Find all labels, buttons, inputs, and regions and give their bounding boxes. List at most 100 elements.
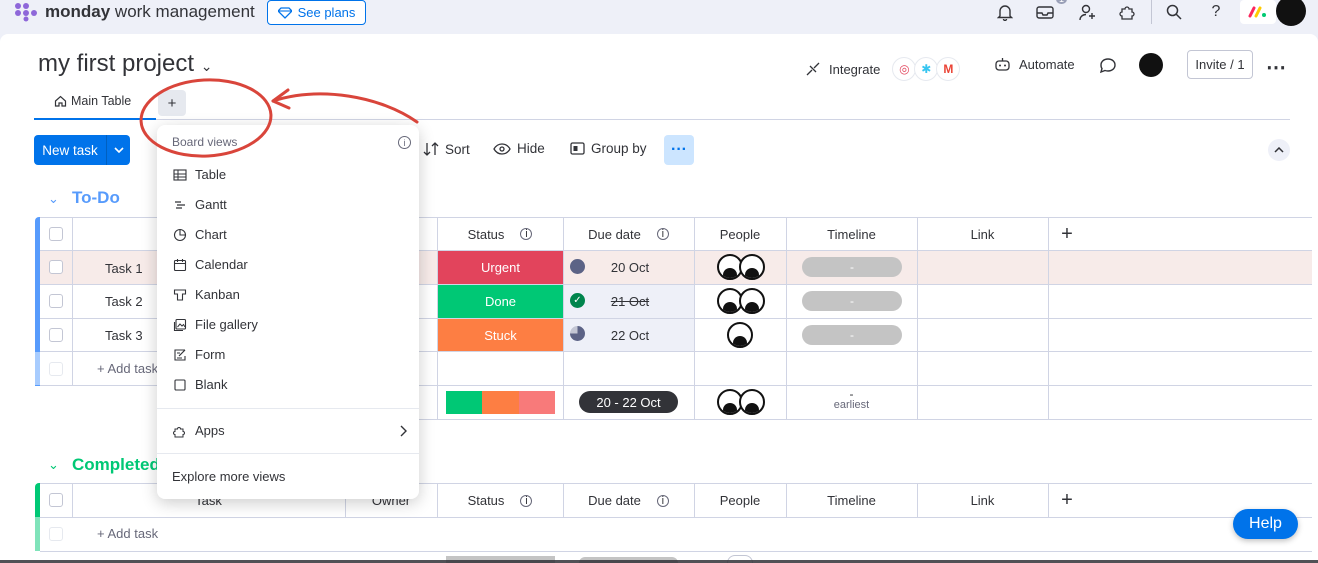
- apps-icon[interactable]: [1117, 2, 1139, 22]
- add-column-button[interactable]: +: [1048, 484, 1086, 517]
- column-header-status-label: Status: [467, 226, 505, 242]
- column-header-due-date[interactable]: Due date i: [563, 218, 694, 250]
- timeline-cell[interactable]: -: [802, 257, 902, 277]
- menu-item-label: Table: [195, 167, 227, 182]
- explore-more-views-link[interactable]: Explore more views: [172, 469, 285, 484]
- group-collapse-icon[interactable]: ⌄: [48, 457, 59, 473]
- due-date-cell[interactable]: 20 Oct: [590, 251, 670, 284]
- add-row-color-bar: [35, 352, 40, 385]
- menu-item-form[interactable]: Form: [173, 347, 225, 362]
- select-all-checkbox[interactable]: [49, 493, 63, 507]
- avatar: [739, 389, 765, 415]
- notifications-icon[interactable]: [994, 2, 1016, 22]
- chart-icon: [173, 228, 187, 241]
- updates-icon[interactable]: [1099, 57, 1117, 77]
- menu-item-calendar[interactable]: Calendar: [173, 257, 248, 272]
- menu-item-chart[interactable]: Chart: [173, 227, 227, 242]
- info-icon[interactable]: i: [656, 494, 669, 507]
- chevron-down-icon[interactable]: ⌄: [201, 58, 213, 74]
- column-header-status[interactable]: Status i: [437, 218, 563, 250]
- divider: [1151, 0, 1152, 24]
- search-icon[interactable]: [1163, 2, 1185, 22]
- column-header-people[interactable]: People: [694, 484, 786, 517]
- menu-item-label: Apps: [195, 423, 225, 438]
- see-plans-label: See plans: [297, 5, 356, 20]
- automate-button[interactable]: Automate: [994, 57, 1075, 72]
- due-date-cell[interactable]: 21 Oct: [590, 285, 670, 318]
- board-menu-icon[interactable]: ⋯: [1266, 55, 1287, 80]
- gmail-icon: M: [936, 57, 961, 81]
- menu-item-table[interactable]: Table: [173, 167, 226, 182]
- avatar[interactable]: [727, 322, 753, 348]
- status-cell[interactable]: Urgent: [438, 251, 563, 284]
- tab-main-table[interactable]: Main Table: [54, 94, 131, 108]
- row-checkbox[interactable]: [49, 260, 63, 274]
- status-cell[interactable]: Stuck: [438, 319, 563, 351]
- group-by-button[interactable]: Group by: [570, 141, 647, 156]
- info-icon[interactable]: i: [520, 228, 533, 240]
- new-task-dropdown-icon[interactable]: [106, 135, 130, 165]
- menu-item-label: Calendar: [195, 257, 248, 272]
- menu-divider: [157, 408, 419, 409]
- people-cell[interactable]: [717, 254, 765, 280]
- chevron-right-icon: [400, 425, 407, 436]
- integration-logos: ◎ ✱ M: [892, 57, 961, 81]
- group-by-icon: [570, 142, 585, 155]
- sort-button[interactable]: Sort: [423, 141, 470, 157]
- select-all-checkbox[interactable]: [49, 227, 63, 241]
- column-header-link[interactable]: Link: [917, 484, 1048, 517]
- info-icon[interactable]: i: [520, 494, 533, 507]
- add-task-input[interactable]: + Add task: [97, 526, 158, 541]
- board-owner-avatar[interactable]: [1139, 53, 1163, 77]
- menu-item-apps-content: Apps: [173, 423, 225, 438]
- task-name[interactable]: Task 1: [105, 261, 143, 276]
- timeline-cell[interactable]: -: [802, 325, 902, 345]
- invite-members-icon[interactable]: [1077, 2, 1099, 22]
- group-title-todo[interactable]: To-Do: [72, 188, 120, 208]
- due-date-cell[interactable]: 22 Oct: [590, 319, 670, 351]
- menu-item-blank[interactable]: Blank: [173, 377, 228, 392]
- new-task-button[interactable]: New task: [34, 135, 130, 165]
- help-icon[interactable]: ?: [1205, 2, 1227, 22]
- inbox-icon[interactable]: [1034, 2, 1056, 22]
- column-header-timeline[interactable]: Timeline: [786, 484, 917, 517]
- column-header-link[interactable]: Link: [917, 218, 1048, 250]
- see-plans-button[interactable]: See plans: [267, 0, 366, 25]
- invite-button[interactable]: Invite / 1: [1187, 50, 1253, 79]
- more-toolbar-button[interactable]: ···: [664, 135, 694, 165]
- eye-icon: [493, 142, 511, 155]
- add-task-input[interactable]: + Add task: [97, 361, 158, 376]
- product-switcher-icon[interactable]: [1240, 0, 1276, 24]
- apps-icon: [173, 426, 185, 437]
- board-title[interactable]: my first project ⌄: [38, 50, 212, 78]
- menu-item-gantt[interactable]: Gantt: [173, 197, 227, 212]
- column-header-status[interactable]: Status i: [437, 484, 563, 517]
- kanban-icon: [173, 288, 187, 301]
- help-button[interactable]: Help: [1233, 509, 1298, 539]
- menu-item-file-gallery[interactable]: File gallery: [173, 317, 258, 332]
- menu-item-kanban[interactable]: Kanban: [173, 287, 240, 302]
- column-header-people[interactable]: People: [694, 218, 786, 250]
- status-summary-bar[interactable]: [446, 391, 555, 414]
- hide-button[interactable]: Hide: [493, 141, 545, 156]
- people-cell[interactable]: [717, 288, 765, 314]
- column-header-due-date[interactable]: Due date i: [563, 484, 694, 517]
- row-checkbox[interactable]: [49, 294, 63, 308]
- row-divider: [40, 517, 1312, 518]
- add-column-button[interactable]: +: [1048, 218, 1086, 250]
- row-checkbox[interactable]: [49, 328, 63, 342]
- group-title-completed[interactable]: Completed: [72, 455, 160, 475]
- menu-item-apps[interactable]: Apps: [173, 423, 407, 438]
- integrate-label: Integrate: [829, 61, 881, 77]
- group-collapse-icon[interactable]: ⌄: [48, 191, 59, 207]
- add-row-color-bar: [35, 517, 40, 551]
- due-date-status-icon: [570, 259, 585, 274]
- task-name[interactable]: Task 3: [105, 328, 143, 343]
- task-name[interactable]: Task 2: [105, 294, 143, 309]
- collapse-header-icon[interactable]: [1268, 139, 1290, 161]
- info-icon[interactable]: i: [656, 228, 669, 240]
- status-cell[interactable]: Done: [438, 285, 563, 318]
- column-header-timeline[interactable]: Timeline: [786, 218, 917, 250]
- timeline-cell[interactable]: -: [802, 291, 902, 311]
- integrate-button[interactable]: Integrate ◎ ✱ M: [805, 57, 961, 81]
